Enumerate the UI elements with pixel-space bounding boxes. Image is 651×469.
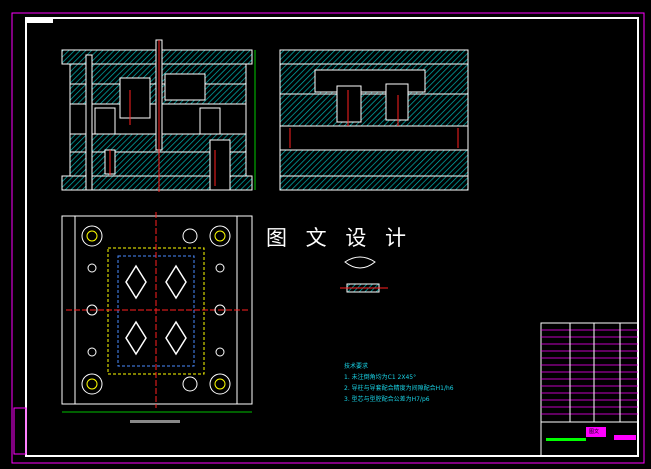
note-item: 2. 导柱与导套配合精度为间隙配合H1/h6	[344, 385, 454, 392]
watermark: 图 文 设 计	[266, 226, 413, 250]
title-block-logo: 图文	[589, 429, 600, 435]
note-item: 3. 型芯与型腔配合公差为H7/p6	[344, 396, 430, 403]
side-section-view	[279, 49, 469, 191]
part-detail	[340, 256, 388, 293]
title-block	[540, 322, 639, 457]
technical-notes: 技术要求 1. 未注倒角均为C1 2X45° 2. 导柱与导套配合精度为间隙配合…	[344, 361, 454, 405]
notes-title: 技术要求	[344, 363, 369, 370]
note-item: 1. 未注倒角均为C1 2X45°	[344, 374, 417, 381]
front-section-view	[61, 39, 256, 192]
plan-view	[61, 212, 253, 423]
